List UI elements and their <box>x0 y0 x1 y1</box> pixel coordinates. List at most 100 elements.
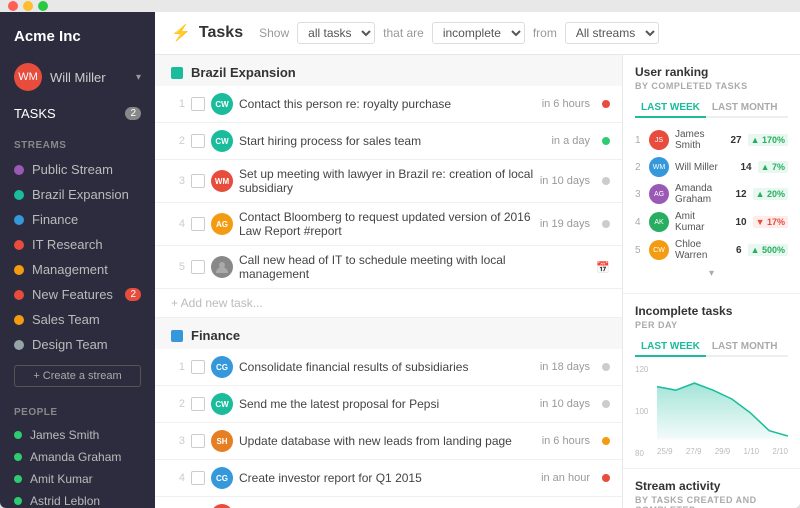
sidebar-item-sales-team[interactable]: Sales Team <box>0 307 155 332</box>
task-checkbox[interactable] <box>191 97 205 111</box>
user-ranking-tabs: LAST WEEK LAST MONTH <box>635 99 788 118</box>
sidebar-person-james-smith[interactable]: James Smith <box>0 424 155 446</box>
sidebar-item-tasks[interactable]: TASKS 2 <box>0 99 155 128</box>
task-number: 2 <box>171 135 185 147</box>
task-row: 2CWStart hiring process for sales teamin… <box>155 123 622 160</box>
rank-change: ▲ 7% <box>758 161 788 173</box>
rank-avatar: WM <box>649 157 669 177</box>
rank-name: James Smith <box>675 129 720 151</box>
user-ranking-subtitle: BY COMPLETED TASKS <box>635 81 788 91</box>
main-body: Brazil Expansion 1CWContact this person … <box>155 55 800 508</box>
stream-activity-title: Stream activity <box>635 479 788 493</box>
rank-number: 2 <box>635 162 643 173</box>
rank-name: Amit Kumar <box>675 211 725 233</box>
task-user-avatar: SH <box>211 430 233 452</box>
task-text: Send me the latest proposal for Pepsi <box>239 397 534 411</box>
task-user-avatar: WM <box>211 170 233 192</box>
sidebar-person-amit-kumar[interactable]: Amit Kumar <box>0 468 155 490</box>
task-text: Call new head of IT to schedule meeting … <box>239 253 578 281</box>
x-label-2: 29/9 <box>715 447 731 456</box>
person-online-dot <box>14 453 22 461</box>
y-label-100: 100 <box>635 407 648 416</box>
task-checkbox[interactable] <box>191 217 205 231</box>
task-user-avatar: CW <box>211 393 233 415</box>
stream-activity-widget: Stream activity BY TASKS CREATED AND COM… <box>623 469 800 508</box>
create-stream-button[interactable]: + Create a stream <box>14 365 141 387</box>
stream-label: Finance <box>32 212 78 227</box>
task-user-avatar: CG <box>211 356 233 378</box>
sidebar-person-astrid-leblon[interactable]: Astrid Leblon <box>0 490 155 508</box>
main-content: ⚡ Tasks Show all tasks that are incomple… <box>155 12 800 508</box>
incomplete-chart: 120 100 80 <box>635 365 788 458</box>
person-online-dot <box>14 497 22 505</box>
rank-avatar: AG <box>649 184 669 204</box>
page-title: Tasks <box>199 24 243 42</box>
show-more-ranking[interactable]: ▾ <box>635 264 788 283</box>
finance-tasks-list: 1CGConsolidate financial results of subs… <box>155 349 622 508</box>
task-checkbox[interactable] <box>191 360 205 374</box>
stream-dot <box>14 165 24 175</box>
tab-last-week-incomplete[interactable]: LAST WEEK <box>635 338 706 357</box>
task-user-avatar: CW <box>211 93 233 115</box>
stream-dot <box>14 215 24 225</box>
sidebar-item-public-stream[interactable]: Public Stream <box>0 157 155 182</box>
task-text: Start hiring process for sales team <box>239 134 545 148</box>
sidebar-item-brazil-expansion[interactable]: Brazil Expansion <box>0 182 155 207</box>
rank-avatar: JS <box>649 130 669 150</box>
tab-last-week-ranking[interactable]: LAST WEEK <box>635 99 706 118</box>
task-checkbox[interactable] <box>191 434 205 448</box>
task-checkbox[interactable] <box>191 260 205 274</box>
stream-label: Public Stream <box>32 162 113 177</box>
sidebar-item-it-research[interactable]: IT Research <box>0 232 155 257</box>
task-indicator <box>602 474 610 482</box>
filter-incomplete[interactable]: incomplete <box>432 22 525 44</box>
filter-streams[interactable]: All streams <box>565 22 659 44</box>
sidebar-item-finance[interactable]: Finance <box>0 207 155 232</box>
task-number: 1 <box>171 361 185 373</box>
y-label-120: 120 <box>635 365 648 374</box>
minimize-button[interactable] <box>23 1 33 11</box>
task-indicator <box>602 220 610 228</box>
task-user-avatar: AG <box>211 213 233 235</box>
stream-dot <box>14 290 24 300</box>
user-profile[interactable]: WM Will Miller ▾ <box>0 55 155 99</box>
task-row: 1CGConsolidate financial results of subs… <box>155 349 622 386</box>
stream-label: Brazil Expansion <box>32 187 129 202</box>
brazil-expansion-header: Brazil Expansion <box>155 55 622 86</box>
filter-all-tasks[interactable]: all tasks <box>297 22 375 44</box>
tab-last-month-ranking[interactable]: LAST MONTH <box>706 99 784 118</box>
rank-name: Will Miller <box>675 162 730 173</box>
brazil-add-task[interactable]: + Add new task... <box>155 289 622 318</box>
task-checkbox[interactable] <box>191 471 205 485</box>
tasks-badge: 2 <box>125 107 141 120</box>
x-label-4: 2/10 <box>772 447 788 456</box>
rank-count: 6 <box>726 245 742 256</box>
task-row: 1CWContact this person re: royalty purch… <box>155 86 622 123</box>
y-label-80: 80 <box>635 449 648 458</box>
tab-last-month-incomplete[interactable]: LAST MONTH <box>706 338 784 357</box>
task-checkbox[interactable] <box>191 134 205 148</box>
streams-list: Public Stream Brazil Expansion Finance IT R… <box>0 157 155 357</box>
person-online-dot <box>14 475 22 483</box>
stream-dot <box>14 315 24 325</box>
task-row: 4CGCreate investor report for Q1 2015in … <box>155 460 622 497</box>
rank-avatar: AK <box>649 212 669 232</box>
streams-section-label: STREAMS <box>0 128 155 157</box>
task-user-avatar: CG <box>211 467 233 489</box>
task-indicator <box>602 400 610 408</box>
task-checkbox[interactable] <box>191 397 205 411</box>
stream-label: Design Team <box>32 337 108 352</box>
maximize-button[interactable] <box>38 1 48 11</box>
sidebar-item-new-features[interactable]: New Features2 <box>0 282 155 307</box>
sidebar-item-management[interactable]: Management <box>0 257 155 282</box>
task-checkbox[interactable] <box>191 174 205 188</box>
sidebar-item-design-team[interactable]: Design Team <box>0 332 155 357</box>
stream-label: New Features <box>32 287 113 302</box>
sidebar-person-amanda-graham[interactable]: Amanda Graham <box>0 446 155 468</box>
person-name: Astrid Leblon <box>30 494 100 508</box>
rank-count: 10 <box>731 217 747 228</box>
brazil-expansion-section: Brazil Expansion 1CWContact this person … <box>155 55 622 318</box>
task-indicator <box>602 100 610 108</box>
brazil-color-bar <box>171 67 183 79</box>
close-button[interactable] <box>8 1 18 11</box>
